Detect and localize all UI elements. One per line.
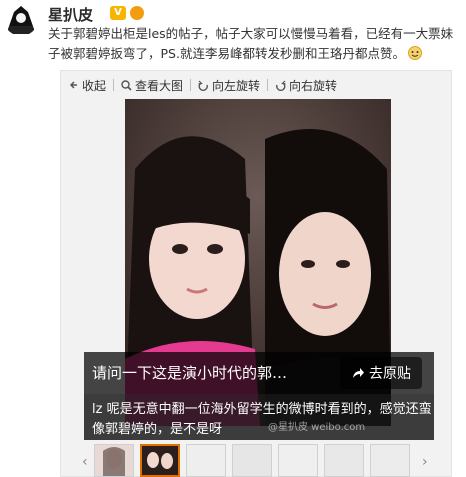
member-badge-icon: [130, 6, 144, 20]
rotate-right-label: 向右旋转: [289, 78, 338, 93]
rotate-right-icon: [276, 80, 286, 91]
toolbar-divider: [267, 79, 269, 91]
thumbnail[interactable]: [94, 444, 134, 477]
toolbar-divider: [113, 79, 115, 91]
go-to-source-button[interactable]: 去原贴: [340, 357, 422, 389]
collapse-arrow-icon: [69, 81, 77, 89]
thumbnail-active[interactable]: [140, 444, 180, 477]
collapse-label: 收起: [82, 78, 107, 93]
thumbnail[interactable]: [186, 444, 226, 477]
thumb-next-icon[interactable]: ›: [422, 454, 428, 470]
vip-badge-icon: V: [110, 6, 126, 20]
caption-text: lz 呢是无意中翻一位海外留学生的微博时看到的，感觉还蛮像郭碧婷的，是不是呀: [92, 402, 432, 437]
rotate-left-icon: [198, 80, 208, 91]
rotate-left-button[interactable]: 向左旋转: [194, 77, 264, 94]
view-large-label: 查看大图: [135, 78, 184, 93]
image-toolbar: 收起 查看大图 向左旋转 向右旋转: [61, 71, 451, 99]
post-body: 关于郭碧婷出柜是les的帖子，帖子大家可以慢慢马着看，已经有一大票妹子被郭碧婷扳…: [48, 26, 454, 61]
username[interactable]: 星扒皮: [48, 4, 93, 25]
thumbnail-strip: ‹ ›: [82, 444, 434, 477]
rotate-left-label: 向左旋转: [212, 78, 261, 93]
overlay-question-text: 请问一下这是演小时代的郭…: [92, 364, 288, 382]
go-to-source-label: 去原贴: [369, 366, 411, 382]
collapse-button[interactable]: 收起: [65, 77, 110, 94]
thumbnail[interactable]: [278, 444, 318, 477]
toolbar-divider: [190, 79, 192, 91]
view-large-button[interactable]: 查看大图: [117, 77, 187, 94]
smile-emoji-icon: [407, 46, 423, 60]
rotate-right-button[interactable]: 向右旋转: [271, 77, 341, 94]
post-text: 关于郭碧婷出柜是les的帖子，帖子大家可以慢慢马着看，已经有一大票妹子被郭碧婷扳…: [48, 24, 458, 64]
avatar[interactable]: [4, 2, 38, 36]
thumb-prev-icon[interactable]: ‹: [82, 454, 88, 470]
thumbnail[interactable]: [324, 444, 364, 477]
share-arrow-icon: [353, 368, 364, 378]
thumbnail[interactable]: [370, 444, 410, 477]
watermark: @星扒皮 weibo.com: [268, 422, 366, 433]
magnifier-icon: [121, 79, 132, 91]
thumbnail[interactable]: [232, 444, 272, 477]
